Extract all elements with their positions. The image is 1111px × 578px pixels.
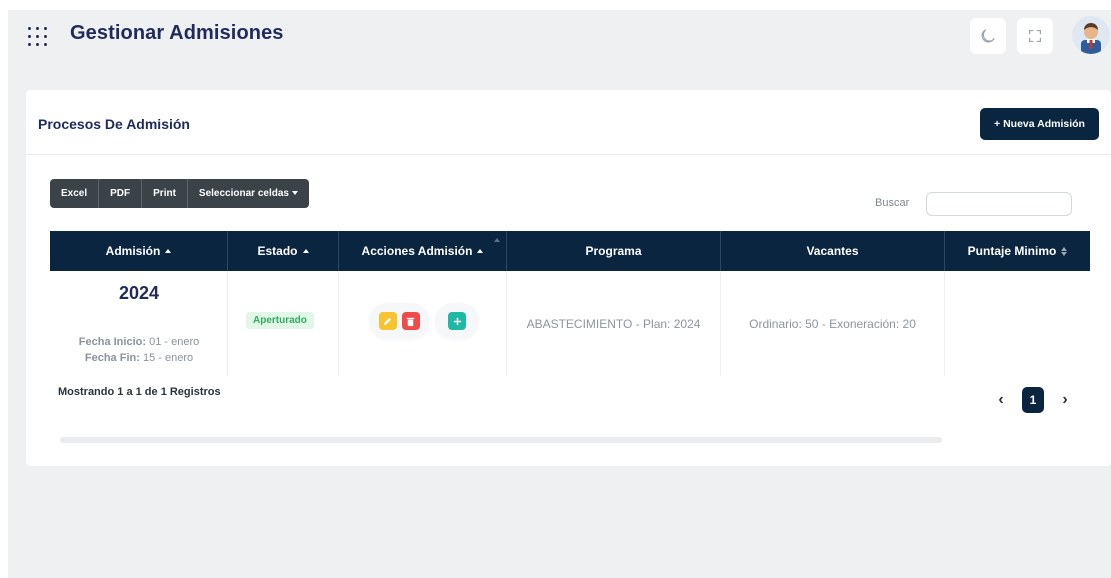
moon-icon: [981, 29, 995, 43]
cell-estado: Aperturado: [228, 271, 339, 376]
records-info: Mostrando 1 a 1 de 1 Registros: [58, 386, 221, 398]
prev-page-button[interactable]: ‹: [990, 388, 1012, 412]
delete-button[interactable]: [401, 312, 420, 330]
next-page-button[interactable]: ›: [1054, 388, 1076, 412]
col-header-programa-label: Programa: [585, 244, 642, 258]
plus-icon: [453, 317, 461, 325]
cell-programa: ABASTECIMIENTO - Plan: 2024: [507, 271, 721, 376]
col-header-puntaje-label: Puntaje Minimo: [967, 244, 1057, 258]
sort-asc-icon: [165, 249, 172, 253]
excel-button[interactable]: Excel: [50, 179, 100, 208]
sort-asc-icon: [494, 238, 500, 242]
cell-admision: 2024 Fecha Inicio: 01 - enero Fecha Fin:…: [50, 271, 228, 376]
table-row: 2024 Fecha Inicio: 01 - enero Fecha Fin:…: [50, 271, 1090, 376]
fullscreen-icon: [1029, 30, 1041, 42]
add-program-button[interactable]: [448, 312, 466, 330]
col-header-estado-label: Estado: [257, 244, 298, 258]
sort-both-icon: [1061, 246, 1068, 256]
fecha-fin-label: Fecha Fin:: [84, 352, 140, 364]
card-title: Procesos De Admisión: [38, 116, 190, 132]
sort-asc-icon: [477, 249, 484, 253]
page-1-button[interactable]: 1: [1022, 387, 1044, 413]
pencil-icon: [383, 317, 392, 325]
col-header-acciones[interactable]: Acciones Admisión: [339, 231, 507, 271]
horizontal-scrollbar[interactable]: [60, 437, 942, 443]
new-admission-button[interactable]: + Nueva Admisión: [980, 108, 1099, 140]
col-header-acciones-label: Acciones Admisión: [361, 244, 473, 258]
admission-action-group: [369, 303, 429, 339]
card-header: Procesos De Admisión + Nueva Admisión: [26, 90, 1111, 155]
export-toolbar: Excel PDF Print Seleccionar celdas: [50, 179, 309, 208]
caret-down-icon: [291, 191, 298, 196]
col-header-admision[interactable]: Admisión: [50, 231, 228, 271]
col-header-vacantes[interactable]: Vacantes: [721, 231, 945, 271]
col-header-admision-label: Admisión: [105, 244, 161, 258]
select-cells-dropdown[interactable]: Seleccionar celdas: [188, 179, 309, 208]
app-shell: Gestionar Admisiones Procesos De Admisió…: [8, 10, 1111, 578]
admission-year: 2024: [118, 283, 160, 303]
page-title: Gestionar Admisiones: [70, 22, 284, 44]
table-header: Admisión Estado Acciones Admisión Progra…: [50, 231, 1090, 271]
avatar[interactable]: [1072, 16, 1110, 54]
select-cells-label: Seleccionar celdas: [198, 188, 289, 199]
program-action-group: [435, 303, 479, 339]
user-avatar-icon: [1072, 16, 1110, 54]
cell-puntaje: [945, 271, 1090, 376]
fecha-inicio-value: 01 - enero: [149, 336, 200, 348]
apps-grid-icon[interactable]: [28, 27, 50, 49]
status-badge: Aperturado: [246, 312, 314, 329]
cell-acciones: [339, 271, 507, 376]
fecha-fin-value: 15 - enero: [142, 352, 194, 364]
search-input[interactable]: [926, 192, 1072, 216]
fecha-inicio-label: Fecha Inicio:: [78, 336, 147, 348]
search-label: Buscar: [875, 197, 910, 209]
col-header-estado[interactable]: Estado: [228, 231, 339, 271]
admission-card: Procesos De Admisión + Nueva Admisión Ex…: [26, 90, 1111, 466]
theme-toggle-button[interactable]: [970, 18, 1006, 54]
print-button[interactable]: Print: [142, 179, 188, 208]
col-header-vacantes-label: Vacantes: [806, 244, 859, 258]
trash-icon: [406, 317, 415, 326]
fullscreen-button[interactable]: [1017, 18, 1053, 54]
admission-dates: Fecha Inicio: 01 - enero Fecha Fin: 15 -…: [50, 334, 228, 366]
cell-vacantes: Ordinario: 50 - Exoneración: 20: [721, 271, 945, 376]
admission-table: Admisión Estado Acciones Admisión Progra…: [50, 231, 1090, 376]
sort-asc-icon: [302, 249, 309, 253]
col-header-puntaje[interactable]: Puntaje Minimo: [945, 231, 1090, 271]
edit-button[interactable]: [378, 312, 397, 330]
vacantes-text: Ordinario: 50 - Exoneración: 20: [749, 317, 916, 331]
top-bar: Gestionar Admisiones: [8, 10, 1111, 70]
pagination: ‹ 1 ›: [990, 385, 1076, 415]
programa-text: ABASTECIMIENTO - Plan: 2024: [526, 317, 701, 331]
col-header-programa[interactable]: Programa: [507, 231, 721, 271]
pdf-button[interactable]: PDF: [99, 179, 143, 208]
